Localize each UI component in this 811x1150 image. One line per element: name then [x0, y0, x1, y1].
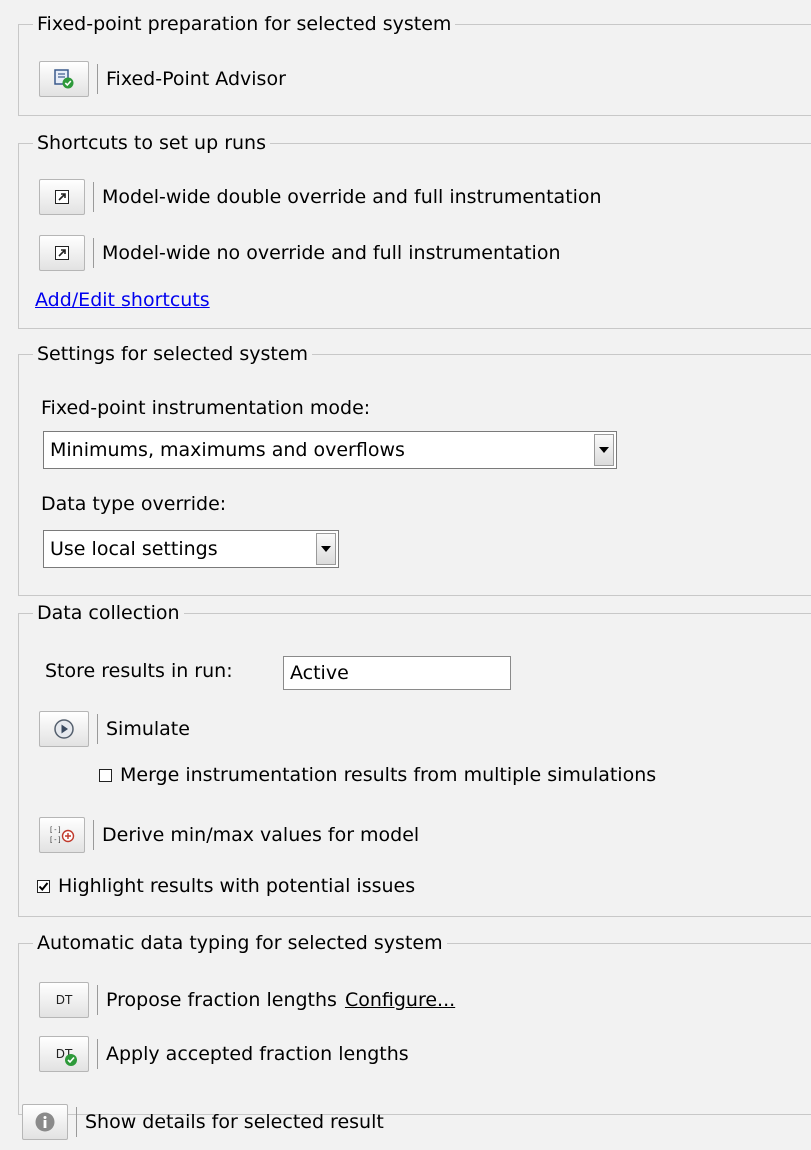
data-type-override-select[interactable]: Use local settings	[43, 530, 339, 568]
shortcut-no-override-button[interactable]	[39, 235, 85, 271]
show-details-button[interactable]	[22, 1104, 68, 1140]
simulate-button[interactable]	[39, 711, 89, 747]
play-icon	[54, 719, 74, 739]
configure-link[interactable]: Configure...	[345, 989, 455, 1011]
shortcut-double-override-label[interactable]: Model-wide double override and full inst…	[102, 186, 602, 208]
data-collection-group: Data collection Store results in run: Ac…	[18, 600, 811, 917]
highlight-checkbox[interactable]	[37, 879, 50, 893]
instrumentation-mode-label: Fixed-point instrumentation mode:	[41, 397, 371, 419]
dt-icon: DT	[55, 993, 73, 1007]
store-results-input[interactable]: Active	[283, 656, 511, 690]
separator	[97, 1039, 98, 1069]
separator	[97, 64, 98, 94]
derive-min-max-button[interactable]: [-] [-]	[39, 817, 85, 853]
store-results-label: Store results in run:	[45, 660, 233, 682]
propose-fraction-lengths-button[interactable]: DT	[39, 982, 89, 1018]
fixed-point-advisor-button[interactable]	[39, 61, 89, 97]
auto-typing-group: Automatic data typing for selected syste…	[18, 930, 811, 1115]
simulate-row: Simulate	[39, 711, 190, 747]
shortcut-arrow-icon	[55, 190, 69, 204]
prep-group-title: Fixed-point preparation for selected sys…	[33, 11, 456, 37]
apply-row: DT Apply accepted fraction lengths	[39, 1036, 409, 1072]
data-type-override-value: Use local settings	[50, 538, 218, 560]
svg-text:[-]: [-]	[49, 836, 62, 844]
data-type-override-label: Data type override:	[41, 493, 227, 515]
shortcut-row-no-override: Model-wide no override and full instrume…	[39, 235, 561, 271]
apply-fraction-lengths-label[interactable]: Apply accepted fraction lengths	[106, 1043, 409, 1065]
details-row: Show details for selected result	[22, 1104, 384, 1140]
shortcut-arrow-icon	[55, 246, 69, 260]
shortcut-double-override-button[interactable]	[39, 179, 85, 215]
advisor-row: Fixed-Point Advisor	[39, 61, 286, 97]
highlight-label[interactable]: Highlight results with potential issues	[58, 875, 415, 897]
merge-label[interactable]: Merge instrumentation results from multi…	[120, 764, 656, 786]
svg-text:[-]: [-]	[49, 826, 62, 834]
shortcuts-group-title: Shortcuts to set up runs	[33, 130, 270, 156]
derive-row: [-] [-] Derive min/max values for model	[39, 817, 419, 853]
merge-row: Merge instrumentation results from multi…	[99, 764, 656, 786]
check-icon	[65, 1054, 77, 1066]
simulate-label[interactable]: Simulate	[106, 718, 190, 740]
info-icon	[35, 1112, 55, 1132]
separator	[97, 985, 98, 1015]
instrumentation-mode-select[interactable]: Minimums, maximums and overflows	[43, 431, 617, 469]
apply-fraction-lengths-button[interactable]: DT	[39, 1036, 89, 1072]
checkmark-icon	[38, 881, 49, 891]
add-edit-shortcuts-link[interactable]: Add/Edit shortcuts	[35, 289, 210, 311]
settings-group-title: Settings for selected system	[33, 341, 313, 367]
separator	[93, 238, 94, 268]
derive-min-max-label[interactable]: Derive min/max values for model	[102, 824, 419, 846]
shortcut-row-double: Model-wide double override and full inst…	[39, 179, 602, 215]
chevron-down-icon[interactable]	[316, 533, 336, 565]
separator	[93, 820, 94, 850]
auto-typing-group-title: Automatic data typing for selected syste…	[33, 930, 447, 956]
separator	[93, 182, 94, 212]
chevron-down-icon[interactable]	[594, 434, 614, 466]
instrumentation-mode-value: Minimums, maximums and overflows	[50, 439, 405, 461]
shortcut-no-override-label[interactable]: Model-wide no override and full instrume…	[102, 242, 561, 264]
prep-group: Fixed-point preparation for selected sys…	[18, 11, 811, 116]
separator	[76, 1107, 77, 1137]
derive-range-icon: [-] [-]	[49, 826, 75, 844]
fixed-point-advisor-label[interactable]: Fixed-Point Advisor	[106, 68, 286, 90]
highlight-row: Highlight results with potential issues	[37, 875, 415, 897]
merge-checkbox[interactable]	[99, 768, 112, 782]
data-collection-group-title: Data collection	[33, 600, 184, 626]
store-results-value: Active	[290, 662, 349, 684]
show-details-label[interactable]: Show details for selected result	[85, 1111, 384, 1133]
shortcuts-group: Shortcuts to set up runs Model-wide doub…	[18, 130, 811, 329]
propose-row: DT Propose fraction lengths Configure...	[39, 982, 455, 1018]
propose-fraction-lengths-label[interactable]: Propose fraction lengths	[106, 989, 337, 1011]
fixed-point-advisor-icon	[54, 69, 74, 89]
separator	[97, 714, 98, 744]
settings-group: Settings for selected system Fixed-point…	[18, 341, 811, 596]
